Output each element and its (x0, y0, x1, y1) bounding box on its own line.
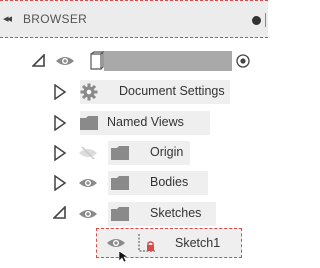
collapse-panel-icon[interactable]: ◂◂ (3, 12, 12, 25)
browser-item-named-views[interactable]: Named Views (0, 111, 268, 135)
mouse-cursor-icon (118, 250, 129, 268)
activate-radio-icon[interactable] (236, 54, 250, 68)
expand-triangle-icon[interactable] (53, 175, 69, 191)
expand-triangle-icon[interactable] (53, 115, 69, 131)
collapse-triangle-icon[interactable] (53, 206, 69, 222)
folder-icon (111, 207, 131, 223)
expand-triangle-icon[interactable] (53, 84, 69, 100)
collapse-triangle-icon[interactable] (32, 54, 48, 70)
item-label: Sketches (150, 206, 202, 220)
folder-icon (111, 146, 131, 162)
browser-item-origin[interactable]: Origin (0, 141, 268, 165)
browser-item-sketch1[interactable]: Sketch1 (96, 228, 242, 258)
item-label: Document Settings (119, 84, 225, 98)
eye-icon[interactable] (55, 54, 75, 70)
item-label: Named Views (107, 115, 184, 129)
browser-item-document-settings[interactable]: Document Settings (0, 80, 268, 104)
item-label: Origin (150, 145, 184, 159)
eye-icon[interactable] (78, 207, 98, 223)
root-component-row[interactable] (0, 50, 268, 74)
gear-icon (80, 83, 98, 106)
component-name-bar[interactable] (104, 51, 232, 71)
eye-icon[interactable] (78, 176, 98, 192)
pin-icon[interactable] (252, 16, 261, 25)
folder-icon (80, 116, 100, 132)
component-icon (88, 50, 105, 71)
expand-triangle-icon[interactable] (53, 145, 69, 161)
panel-divider (265, 13, 266, 27)
item-label: Bodies (150, 175, 189, 189)
browser-header: ◂◂ BROWSER (0, 0, 268, 38)
browser-item-bodies[interactable]: Bodies (0, 171, 268, 195)
panel-title: BROWSER (23, 12, 88, 26)
eye-hidden-icon[interactable] (78, 146, 98, 162)
item-label: Sketch1 (175, 236, 221, 250)
folder-icon (111, 176, 131, 192)
sketch-icon (137, 233, 157, 258)
browser-item-sketches[interactable]: Sketches (0, 202, 268, 226)
